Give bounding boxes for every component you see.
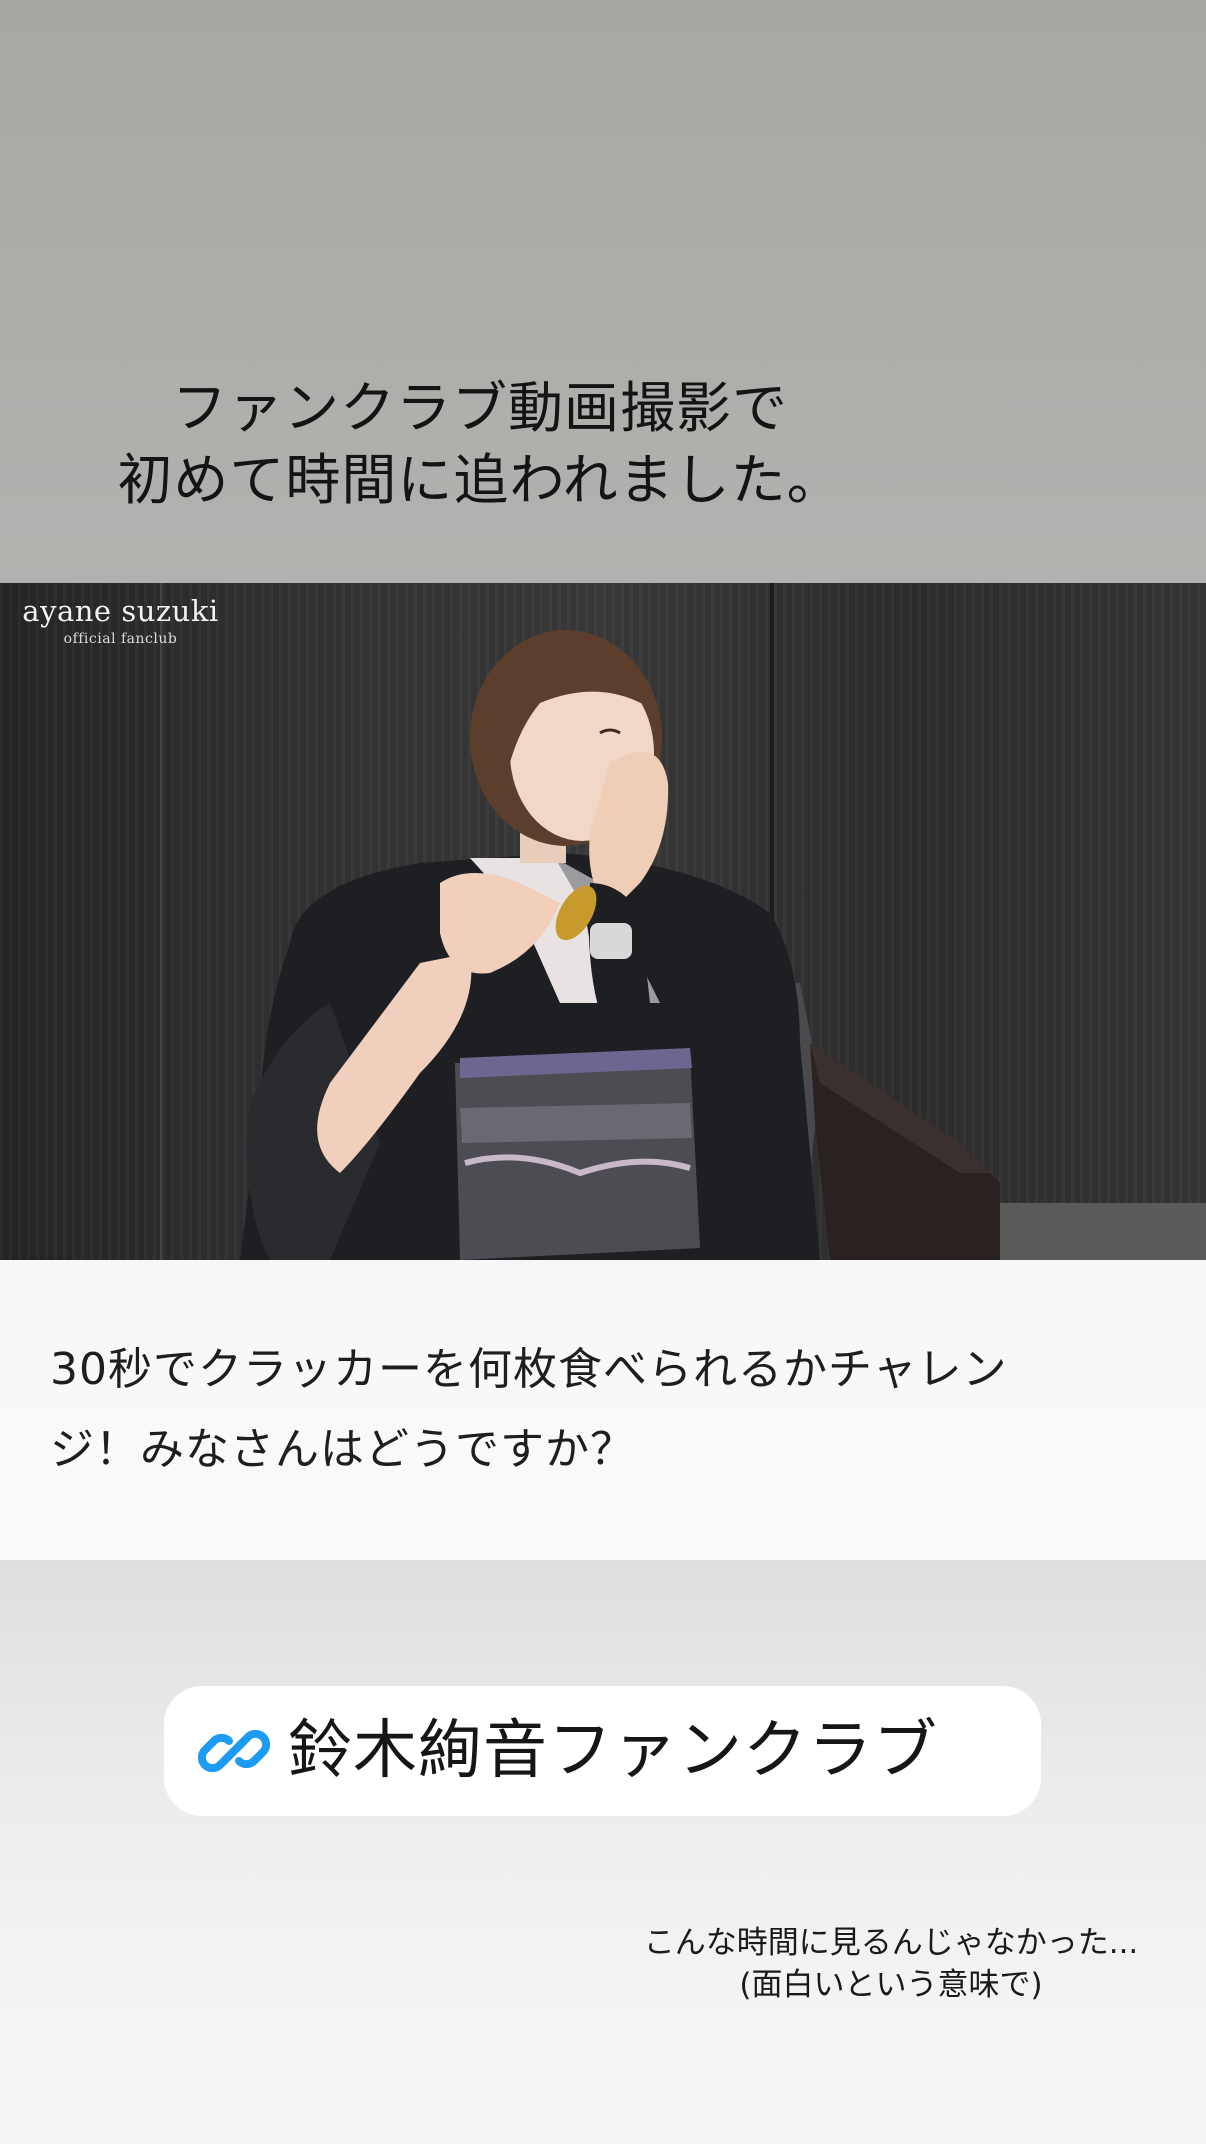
headline-line-1: ファンクラブ動画撮影で [171, 376, 788, 440]
link-sticker[interactable]: 鈴木絢音ファンクラブ [164, 1686, 1041, 1816]
watermark-brand-subtitle: official fanclub [63, 631, 178, 647]
scene-illustration [160, 583, 1206, 1260]
watermark-logo: ayane suzuki official fanclub [18, 593, 223, 649]
comment-line-2: (面白いという意味で) [739, 1967, 1043, 2003]
caption-text: 30秒でクラッカーを何枚食べられるかチャレン ジ！みなさんはどうですか？ [50, 1330, 1130, 1490]
story-viewer[interactable]: ファンクラブ動画撮影で 初めて時間に追われました。 ayane suzuki o… [0, 0, 1206, 2144]
headline-line-2: 初めて時間に追われました。 [117, 448, 843, 512]
caption-line-1: 30秒でクラッカーを何枚食べられるかチャレン [50, 1344, 1008, 1395]
watermark-brand-name: ayane suzuki [22, 594, 219, 628]
lower-background [0, 1560, 1206, 2144]
link-icon [196, 1713, 272, 1789]
link-sticker-label: 鈴木絢音ファンクラブ [288, 1714, 938, 1788]
caption-line-2: ジ！みなさんはどうですか？ [50, 1424, 635, 1475]
headline-text: ファンクラブ動画撮影で 初めて時間に追われました。 [60, 372, 900, 516]
video-screenshot: ayane suzuki official fanclub [0, 583, 1206, 1260]
comment-text: こんな時間に見るんじゃなかった... (面白いという意味で) [596, 1922, 1186, 2006]
comment-line-1: こんな時間に見るんじゃなかった... [643, 1925, 1139, 1961]
